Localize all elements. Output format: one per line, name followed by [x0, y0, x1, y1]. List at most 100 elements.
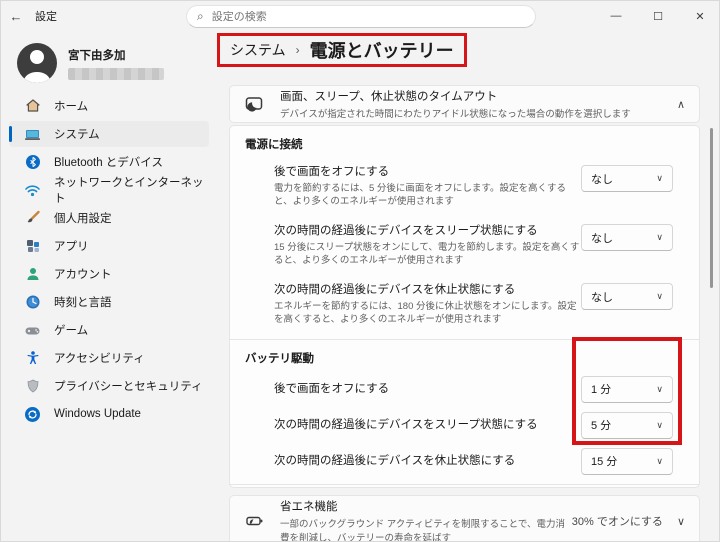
chevron-down-icon: ∨ — [656, 384, 663, 395]
setting-title: 次の時間の経過後にデバイスをスリープ状態にする — [274, 222, 581, 238]
sidebar-item-gaming[interactable]: ゲーム — [9, 317, 209, 343]
maximize-button[interactable]: ☐ — [637, 1, 679, 31]
energy-saver-value: 30% でオンにする — [572, 513, 663, 529]
setting-row-sleep-plugged: 次の時間の経過後にデバイスをスリープ状態にする 15 分後にスリープ状態をオンに… — [230, 215, 699, 274]
dropdown-value: 15 分 — [591, 453, 656, 469]
setting-row-screen-off-battery: 後で画面をオフにする 1 分 ∨ — [230, 370, 699, 406]
screen-off-plugged-dropdown[interactable]: なし ∨ — [581, 165, 673, 192]
sidebar-item-label: アクセシビリティ — [54, 350, 145, 366]
timeout-settings-card: 電源に接続 後で画面をオフにする 電力を節約するには、5 分後に画面をオフにしま… — [229, 125, 700, 488]
energy-saver-title: 省エネ機能 — [280, 498, 572, 514]
search-icon: ⌕ — [197, 9, 204, 24]
apps-icon — [24, 238, 41, 255]
screen-off-battery-dropdown[interactable]: 1 分 ∨ — [581, 376, 673, 403]
sidebar-item-personalization[interactable]: 個人用設定 — [9, 205, 209, 231]
dropdown-value: なし — [591, 171, 656, 187]
dropdown-value: 5 分 — [591, 417, 656, 433]
search-input[interactable] — [212, 11, 492, 23]
hibernate-plugged-dropdown[interactable]: なし ∨ — [581, 283, 673, 310]
sidebar-item-home[interactable]: ホーム — [9, 93, 209, 119]
sidebar-item-accounts[interactable]: アカウント — [9, 261, 209, 287]
section-on-battery: バッテリ駆動 — [230, 340, 699, 370]
setting-description: 電力を節約するには、5 分後に画面をオフにします。設定を高くすると、より多くのエ… — [274, 182, 581, 208]
system-icon — [24, 126, 41, 143]
energy-saver-description: 一部のバックグラウンド アクティビティを制限することで、電力消費を削減し、バッテ… — [280, 516, 572, 542]
chevron-down-icon[interactable]: ∨ — [677, 515, 685, 528]
vertical-scrollbar[interactable] — [710, 128, 713, 288]
battery-saver-icon — [244, 511, 264, 531]
home-icon — [24, 98, 41, 115]
breadcrumb-separator: › — [296, 43, 300, 57]
update-icon — [24, 406, 41, 423]
sidebar-item-accessibility[interactable]: アクセシビリティ — [9, 345, 209, 371]
setting-row-screen-off-plugged: 後で画面をオフにする 電力を節約するには、5 分後に画面をオフにします。設定を高… — [230, 156, 699, 215]
sidebar-item-label: Bluetooth とデバイス — [54, 154, 163, 170]
setting-row-sleep-battery: 次の時間の経過後にデバイスをスリープ状態にする 5 分 ∨ — [230, 406, 699, 442]
chevron-down-icon: ∨ — [656, 291, 663, 302]
sidebar-item-label: プライバシーとセキュリティ — [54, 378, 203, 394]
game-controller-icon — [24, 322, 41, 339]
sidebar-item-label: ゲーム — [54, 322, 88, 338]
sidebar-item-windows-update[interactable]: Windows Update — [9, 401, 209, 427]
breadcrumb-highlight-box: システム › 電源とバッテリー — [217, 33, 467, 67]
minimize-button[interactable]: — — [595, 1, 637, 31]
search-box[interactable]: ⌕ — [186, 5, 536, 28]
sidebar-item-label: 時刻と言語 — [54, 294, 112, 310]
setting-title: 次の時間の経過後にデバイスをスリープ状態にする — [274, 416, 581, 432]
dropdown-value: 1 分 — [591, 381, 656, 397]
chevron-down-icon: ∨ — [656, 456, 663, 467]
setting-row-hibernate-plugged: 次の時間の経過後にデバイスを休止状態にする エネルギーを節約するには、180 分… — [230, 274, 699, 333]
back-icon[interactable]: ← — [1, 1, 31, 31]
chevron-down-icon: ∨ — [656, 232, 663, 243]
chevron-up-icon[interactable]: ∧ — [677, 98, 685, 111]
sidebar-item-label: アプリ — [54, 238, 89, 254]
sleep-battery-dropdown[interactable]: 5 分 ∨ — [581, 412, 673, 439]
sidebar-item-network-internet[interactable]: ネットワークとインターネット — [9, 177, 209, 203]
user-profile[interactable]: 宮下由多加 — [17, 43, 217, 83]
sidebar-item-label: システム — [54, 126, 100, 142]
person-icon — [24, 266, 41, 283]
shield-icon — [24, 378, 41, 395]
app-title: 設定 — [35, 8, 57, 24]
expander-title: 画面、スリープ、休止状態のタイムアウト — [280, 88, 677, 104]
user-name: 宮下由多加 — [68, 47, 164, 63]
sidebar-item-label: 個人用設定 — [54, 210, 112, 226]
sidebar-item-apps[interactable]: アプリ — [9, 233, 209, 259]
sidebar-nav: ホーム システム Bluetooth とデバイス ネットワークとインターネット — [1, 93, 217, 427]
setting-description: 15 分後にスリープ状態をオンにして、電力を節約します。設定を高くすると、より多… — [274, 241, 581, 267]
sidebar-item-bluetooth-devices[interactable]: Bluetooth とデバイス — [9, 149, 209, 175]
sidebar-item-label: ホーム — [54, 98, 88, 114]
dropdown-value: なし — [591, 230, 656, 246]
sidebar-item-label: ネットワークとインターネット — [54, 174, 209, 206]
sidebar-item-system[interactable]: システム — [9, 121, 209, 147]
page-title: 電源とバッテリー — [310, 37, 454, 63]
close-button[interactable]: ✕ — [679, 1, 720, 31]
setting-title: 後で画面をオフにする — [274, 163, 581, 179]
hibernate-battery-dropdown[interactable]: 15 分 ∨ — [581, 448, 673, 475]
user-email-redacted — [68, 68, 164, 80]
setting-title: 次の時間の経過後にデバイスを休止状態にする — [274, 452, 581, 468]
section-plugged-in: 電源に接続 — [230, 126, 699, 156]
setting-description: エネルギーを節約するには、180 分後に休止状態をオンにします。設定を高くすると… — [274, 300, 581, 326]
sidebar-item-privacy-security[interactable]: プライバシーとセキュリティ — [9, 373, 209, 399]
setting-row-hibernate-battery: 次の時間の経過後にデバイスを休止状態にする 15 分 ∨ — [230, 442, 699, 478]
setting-title: 次の時間の経過後にデバイスを休止状態にする — [274, 281, 581, 297]
window-controls: — ☐ ✕ — [595, 1, 720, 31]
sidebar-item-time-language[interactable]: 時刻と言語 — [9, 289, 209, 315]
chevron-down-icon: ∨ — [656, 173, 663, 184]
title-bar: ← 設定 ⌕ — ☐ ✕ — [1, 1, 720, 31]
sleep-plugged-dropdown[interactable]: なし ∨ — [581, 224, 673, 251]
avatar — [17, 43, 57, 83]
sidebar-item-label: Windows Update — [54, 408, 141, 420]
screen-sleep-icon — [244, 94, 264, 114]
energy-saver-card[interactable]: 省エネ機能 一部のバックグラウンド アクティビティを制限することで、電力消費を削… — [229, 495, 700, 542]
setting-title: 後で画面をオフにする — [274, 380, 581, 396]
bluetooth-icon — [24, 154, 41, 171]
breadcrumb-system[interactable]: システム — [230, 40, 286, 60]
settings-window: ← 設定 ⌕ — ☐ ✕ 宮下由多加 ホーム — [0, 0, 720, 542]
sidebar: 宮下由多加 ホーム システム Bluetooth とデバ — [1, 31, 217, 542]
chevron-down-icon: ∨ — [656, 420, 663, 431]
expander-description: デバイスが指定された時間にわたりアイドル状態になった場合の動作を選択します — [280, 106, 677, 120]
timeouts-expander[interactable]: 画面、スリープ、休止状態のタイムアウト デバイスが指定された時間にわたりアイドル… — [229, 85, 700, 123]
clock-icon — [24, 294, 41, 311]
